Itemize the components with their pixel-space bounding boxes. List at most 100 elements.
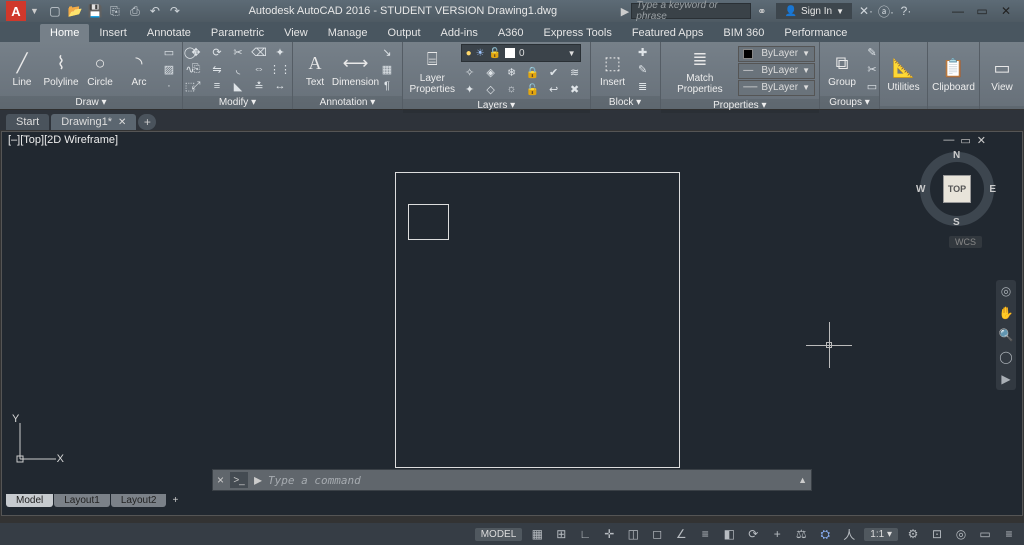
array-icon[interactable]: ⋮⋮	[271, 61, 289, 77]
linetype-combo[interactable]: ──ByLayer▼	[738, 80, 815, 96]
explode-icon[interactable]: ✦	[271, 44, 289, 60]
tab-insert[interactable]: Insert	[89, 24, 137, 42]
window-close-button[interactable]: ✕	[994, 4, 1018, 18]
layer-combo[interactable]: ● ☀ 🔓 0 ▼	[461, 44, 581, 62]
tab-a360[interactable]: A360	[488, 24, 534, 42]
panel-annotation-label[interactable]: Annotation ▾	[293, 96, 402, 110]
help-search-input[interactable]: Type a keyword or phrase	[631, 3, 751, 19]
tab-bim360[interactable]: BIM 360	[713, 24, 774, 42]
nav-pan-icon[interactable]: ✋	[999, 306, 1013, 320]
cmdline-prompt-icon[interactable]: >_	[230, 472, 248, 488]
match-properties-button[interactable]: ≣Match Properties	[665, 44, 736, 97]
viewcube-east[interactable]: E	[989, 184, 996, 195]
viewcube-face-top[interactable]: TOP	[944, 176, 970, 202]
customize-status-icon[interactable]: ≡	[1000, 526, 1018, 542]
annotation-monitor-icon[interactable]: +	[768, 526, 786, 542]
cmdline-close-icon[interactable]: ×	[217, 473, 224, 487]
tab-featured-apps[interactable]: Featured Apps	[622, 24, 714, 42]
layout-add-icon[interactable]: +	[167, 495, 183, 506]
dimension-button[interactable]: ⟷Dimension	[336, 48, 375, 90]
layulk-icon[interactable]: 🔓	[524, 81, 542, 97]
transparency-toggle-icon[interactable]: ◧	[720, 526, 738, 542]
viewcube-north[interactable]: N	[953, 150, 960, 161]
tab-annotate[interactable]: Annotate	[137, 24, 201, 42]
ortho-toggle-icon[interactable]: ∟	[576, 526, 594, 542]
grid-toggle-icon[interactable]: ▦	[528, 526, 546, 542]
nav-orbit-icon[interactable]: ◯	[999, 350, 1013, 364]
polar-toggle-icon[interactable]: ✛	[600, 526, 618, 542]
fillet-icon[interactable]: ◟	[229, 61, 247, 77]
offset-icon[interactable]: ≡	[208, 78, 226, 94]
viewport-controls-label[interactable]: [–][Top][2D Wireframe]	[8, 134, 118, 146]
qat-undo-icon[interactable]: ↶	[147, 3, 163, 19]
otrack-toggle-icon[interactable]: ∠	[672, 526, 690, 542]
polyline-button[interactable]: ⌇Polyline	[43, 48, 79, 90]
layiso-icon[interactable]: ◈	[482, 64, 500, 80]
text-button[interactable]: AText	[297, 48, 333, 90]
infocenter-icon[interactable]: ⚭	[757, 5, 766, 18]
qat-new-icon[interactable]: ▢	[47, 3, 63, 19]
drawn-rectangle-small[interactable]	[408, 204, 449, 240]
layout-tab-layout2[interactable]: Layout2	[111, 494, 167, 507]
laydel-icon[interactable]: ✖	[566, 81, 584, 97]
circle-button[interactable]: ○Circle	[82, 48, 118, 90]
group-bbox-icon[interactable]: ▭	[863, 78, 881, 94]
layer-properties-button[interactable]: ⌸Layer Properties	[407, 44, 458, 97]
qat-save-icon[interactable]: 💾	[87, 3, 103, 19]
annoscale-icon[interactable]: ⚖	[792, 526, 810, 542]
layerp-icon[interactable]: ↩	[545, 81, 563, 97]
isolate-objects-icon[interactable]: ◎	[952, 526, 970, 542]
nav-showmotion-icon[interactable]: ▶	[999, 372, 1013, 386]
mtext-icon[interactable]: ¶	[378, 78, 396, 94]
stayconnected-icon[interactable]: ⓐ·	[878, 3, 894, 19]
doc-tab-drawing1[interactable]: Drawing1*✕	[51, 114, 136, 130]
close-tab-icon[interactable]: ✕	[118, 117, 126, 128]
group-edit-icon[interactable]: ✎	[863, 44, 881, 60]
annovis-icon[interactable]: ⛭	[816, 526, 834, 542]
drawing-area[interactable]: [–][Top][2D Wireframe] — ▭ ✕ TOP N S E W…	[1, 131, 1023, 516]
group-button[interactable]: ⧉Group	[824, 48, 860, 90]
erase-icon[interactable]: ⌫	[250, 44, 268, 60]
layfrz-icon[interactable]: ❄	[503, 64, 521, 80]
lineweight-combo[interactable]: —ByLayer▼	[738, 63, 815, 79]
move-icon[interactable]: ✥	[187, 44, 205, 60]
line-button[interactable]: ╱Line	[4, 48, 40, 90]
qat-plot-icon[interactable]: ⎙	[127, 3, 143, 19]
qat-saveas-icon[interactable]: ⎘	[107, 3, 123, 19]
tab-view[interactable]: View	[274, 24, 318, 42]
window-minimize-button[interactable]: —	[946, 4, 970, 18]
exchange-apps-icon[interactable]: ✕·	[858, 3, 874, 19]
panel-draw-label[interactable]: Draw ▾	[0, 96, 182, 110]
search-play-icon[interactable]: ▶	[621, 5, 629, 18]
ucs-icon[interactable]: Y X	[12, 413, 64, 465]
mirror-icon[interactable]: ⇋	[208, 61, 226, 77]
panel-groups-label[interactable]: Groups ▾	[820, 96, 879, 110]
rectangle-icon[interactable]: ▭	[160, 44, 178, 60]
laymch-icon[interactable]: ≋	[566, 64, 584, 80]
point-icon[interactable]: ·	[160, 78, 178, 94]
viewcube[interactable]: TOP N S E W	[920, 152, 994, 226]
stretch-icon[interactable]: ⇔	[250, 61, 268, 77]
leader-icon[interactable]: ↘	[378, 44, 396, 60]
qat-open-icon[interactable]: 📂	[67, 3, 83, 19]
cleanscreen-icon[interactable]: ▭	[976, 526, 994, 542]
clipboard-button[interactable]: 📋Clipboard	[932, 53, 975, 95]
vp-maximize-icon[interactable]: ▭	[960, 134, 970, 147]
arc-button[interactable]: ◝Arc	[121, 48, 157, 90]
laylck-icon[interactable]: 🔒	[524, 64, 542, 80]
copy-icon[interactable]: ⎘	[187, 61, 205, 77]
cmdline-history-icon[interactable]: ▲	[798, 475, 807, 485]
new-doc-tab-button[interactable]: +	[138, 114, 156, 130]
view-button[interactable]: ▭View	[984, 53, 1020, 95]
command-input[interactable]: Type a command	[268, 474, 792, 487]
trim-icon[interactable]: ✂	[229, 44, 247, 60]
tab-performance[interactable]: Performance	[774, 24, 857, 42]
chamfer-icon[interactable]: ◣	[229, 78, 247, 94]
edit-block-icon[interactable]: ✎	[634, 61, 652, 77]
tab-manage[interactable]: Manage	[318, 24, 378, 42]
align-icon[interactable]: ≛	[250, 78, 268, 94]
annotation-scale-combo[interactable]: 1:1 ▾	[864, 528, 898, 541]
osnap-toggle-icon[interactable]: ◻	[648, 526, 666, 542]
create-block-icon[interactable]: ✚	[634, 44, 652, 60]
tab-addins[interactable]: Add-ins	[431, 24, 488, 42]
